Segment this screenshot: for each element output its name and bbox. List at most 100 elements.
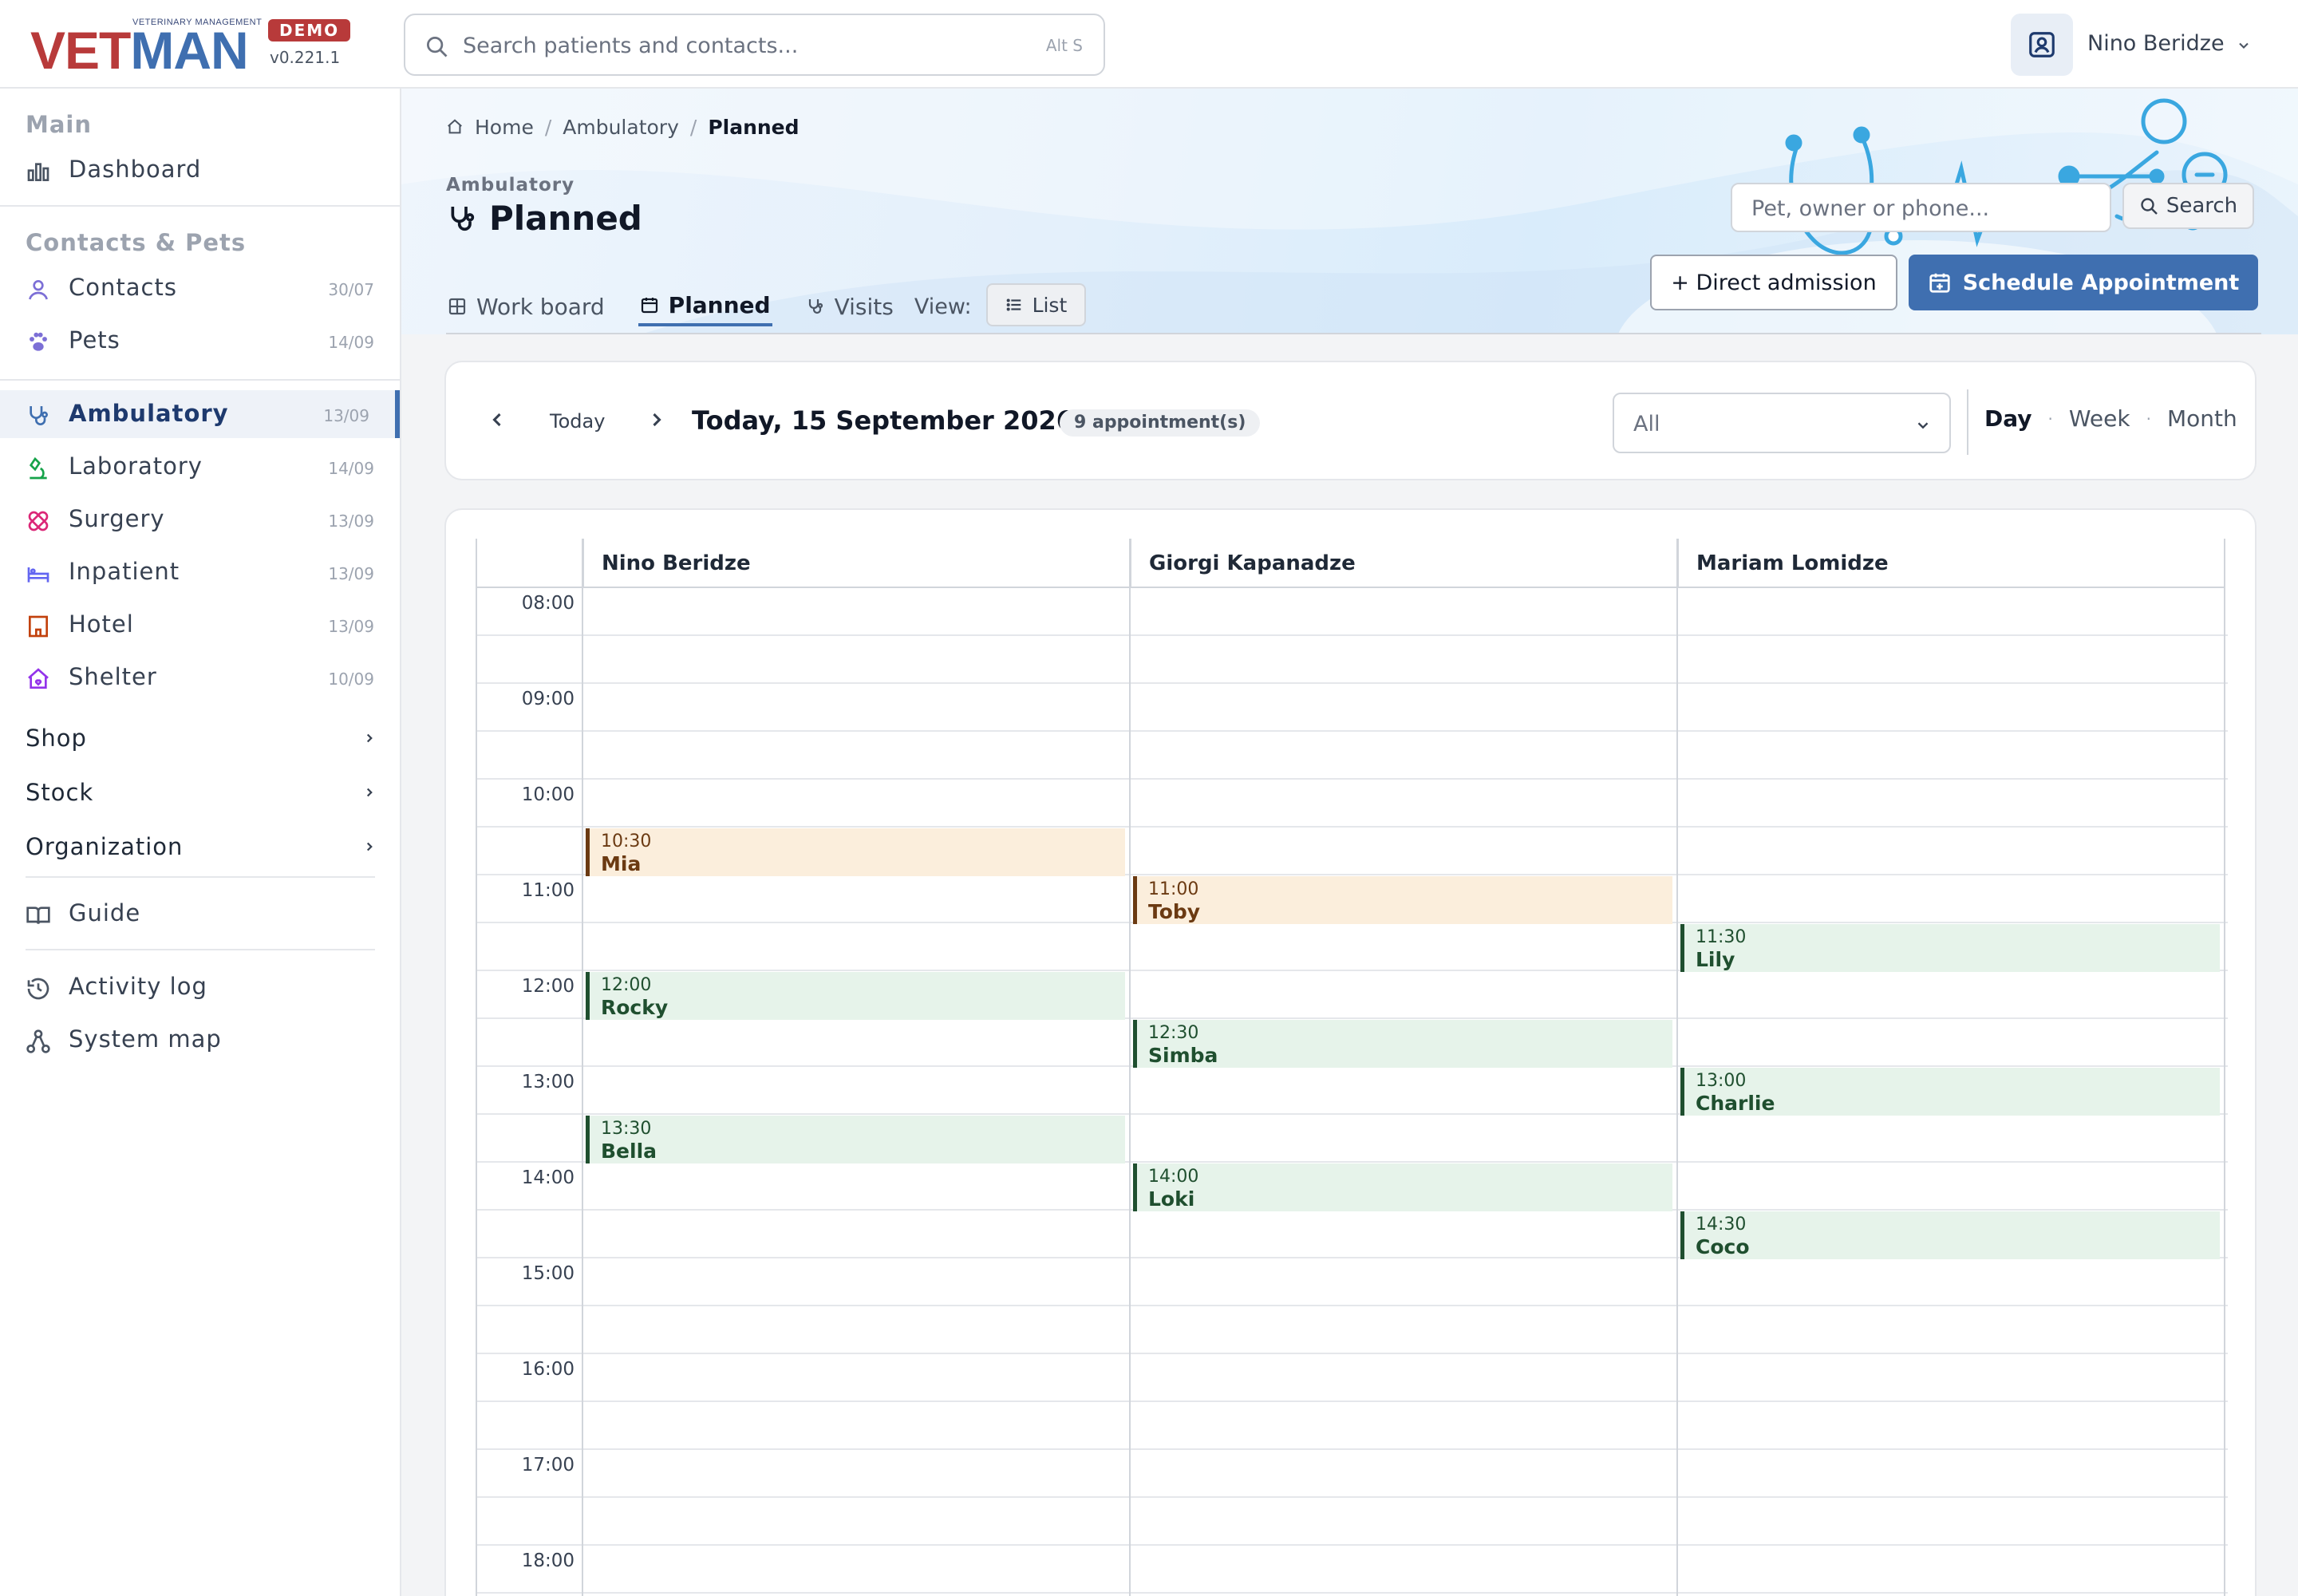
sidebar-item-guide[interactable]: Guide bbox=[0, 890, 400, 938]
calendar-plus-icon bbox=[1929, 273, 1950, 293]
time-label: 18:00 bbox=[521, 1551, 574, 1571]
home-icon bbox=[448, 119, 462, 134]
home-heart-icon bbox=[28, 668, 49, 689]
tab-planned[interactable]: Planned bbox=[638, 286, 772, 326]
time-slot-row[interactable] bbox=[476, 1402, 2228, 1450]
appointment-block[interactable]: 11:30 Lily bbox=[1680, 924, 2220, 972]
appointment-pet-name: Rocky bbox=[601, 996, 669, 1019]
sidebar-item-shelter[interactable]: Shelter 10/09 bbox=[0, 654, 400, 701]
breadcrumb-ambulatory[interactable]: Ambulatory bbox=[563, 116, 679, 139]
divider bbox=[26, 876, 375, 878]
sidebar-item-surgery[interactable]: Surgery 13/09 bbox=[0, 496, 400, 543]
sidebar-item-laboratory[interactable]: Laboratory 14/09 bbox=[0, 443, 400, 491]
person-icon bbox=[29, 280, 48, 300]
history-icon bbox=[27, 978, 49, 1000]
appointment-count-badge: 9 appointment(s) bbox=[1060, 409, 1261, 437]
time-slot-row[interactable]: 15:00 bbox=[476, 1258, 2228, 1306]
time-label: 14:00 bbox=[521, 1167, 574, 1188]
doctor-column-header: Mariam Lomidze bbox=[1677, 539, 2225, 588]
range-month[interactable]: Month bbox=[2167, 405, 2237, 432]
sidebar-item-pets[interactable]: Pets 14/09 bbox=[0, 317, 400, 365]
pet-search-button[interactable]: Search bbox=[2122, 183, 2254, 229]
time-label: 08:00 bbox=[521, 593, 574, 614]
time-label: 11:00 bbox=[521, 880, 574, 901]
appointment-pet-name: Toby bbox=[1148, 900, 1201, 923]
appointment-block[interactable]: 11:00 Toby bbox=[1133, 876, 1672, 924]
date-toolbar: Today Today, 15 September 2026 9 appoint… bbox=[444, 361, 2257, 480]
today-button[interactable]: Today bbox=[550, 410, 605, 433]
appointment-pet-name: Coco bbox=[1696, 1235, 1750, 1258]
range-day[interactable]: Day bbox=[1984, 405, 2032, 432]
column-divider bbox=[1129, 539, 1131, 1596]
time-slot-row[interactable]: 17:00 bbox=[476, 1450, 2228, 1498]
range-week[interactable]: Week bbox=[2069, 405, 2130, 432]
global-search-input[interactable] bbox=[463, 26, 973, 65]
breadcrumb-home[interactable]: Home bbox=[475, 116, 534, 139]
calendar-header-row: Nino Beridze Giorgi Kapanadze Mariam Lomid… bbox=[476, 539, 2225, 588]
chevron-left-icon[interactable] bbox=[486, 409, 508, 431]
vetman-logo[interactable]: VETERINARY MANAGEMENT VETMAN DEMO v0.221… bbox=[30, 16, 351, 80]
appointment-block[interactable]: 13:30 Bella bbox=[586, 1116, 1125, 1163]
appointment-pet-name: Loki bbox=[1148, 1187, 1195, 1211]
time-slot-row[interactable]: 09:00 bbox=[476, 684, 2228, 732]
tab-visits[interactable]: Visits bbox=[804, 286, 895, 326]
list-icon bbox=[1006, 298, 1021, 311]
appointment-time: 13:00 bbox=[1696, 1071, 1747, 1091]
time-slot-row[interactable]: 10:00 bbox=[476, 780, 2228, 828]
divider bbox=[0, 379, 400, 381]
time-slot-row[interactable]: 08:00 bbox=[476, 588, 2228, 636]
hotel-icon bbox=[29, 615, 48, 638]
doctor-filter-select[interactable]: All bbox=[1613, 393, 1951, 453]
sidebar-group-stock[interactable]: Stock bbox=[26, 769, 377, 817]
time-slot-row[interactable] bbox=[476, 732, 2228, 780]
appointment-time: 14:30 bbox=[1696, 1215, 1747, 1235]
chevron-right-icon[interactable] bbox=[646, 409, 668, 431]
appointment-block[interactable]: 14:00 Loki bbox=[1133, 1163, 1672, 1211]
appointment-block[interactable]: 10:30 Mia bbox=[586, 828, 1125, 876]
breadcrumb-separator: / bbox=[544, 115, 552, 139]
sidebar-group-organization[interactable]: Organization bbox=[26, 824, 377, 871]
version-label: v0.221.1 bbox=[270, 48, 341, 67]
user-menu-button[interactable]: Nino Beridze bbox=[2011, 14, 2282, 76]
time-label: 15:00 bbox=[521, 1263, 574, 1284]
breadcrumb: Home / Ambulatory / Planned bbox=[446, 111, 800, 143]
stethoscope-icon bbox=[30, 406, 48, 425]
direct-admission-button[interactable]: + Direct admission bbox=[1650, 255, 1897, 310]
sidebar-item-hotel[interactable]: Hotel 13/09 bbox=[0, 601, 400, 649]
sidebar-item-ambulatory[interactable]: Ambulatory 13/09 bbox=[0, 390, 400, 438]
view-list-toggle[interactable]: List bbox=[985, 283, 1087, 326]
global-search[interactable]: Alt S bbox=[404, 14, 1105, 76]
sidebar-group-shop[interactable]: Shop bbox=[26, 715, 377, 763]
sidebar-item-contacts[interactable]: Contacts 30/07 bbox=[0, 264, 400, 312]
time-slot-row[interactable] bbox=[476, 1498, 2228, 1546]
time-slot-row[interactable] bbox=[476, 1306, 2228, 1354]
appointment-time: 10:30 bbox=[601, 832, 652, 851]
appointment-block[interactable]: 13:00 Charlie bbox=[1680, 1068, 2220, 1116]
appointment-block[interactable]: 14:30 Coco bbox=[1680, 1211, 2220, 1259]
time-slot-row[interactable]: 18:00 bbox=[476, 1546, 2228, 1594]
pet-search-input[interactable] bbox=[1751, 192, 2087, 224]
time-slot-row[interactable]: 16:00 bbox=[476, 1354, 2228, 1402]
page-title: Planned bbox=[446, 199, 642, 238]
time-slot-row[interactable] bbox=[476, 636, 2228, 684]
schedule-appointment-button[interactable]: Schedule Appointment bbox=[1909, 255, 2258, 310]
sidebar-item-inpatient[interactable]: Inpatient 13/09 bbox=[0, 548, 400, 596]
time-label: 09:00 bbox=[521, 689, 574, 709]
microscope-icon bbox=[29, 456, 47, 480]
range-switcher: Day · Week · Month bbox=[1984, 405, 2237, 432]
sidebar-item-system-map[interactable]: System map bbox=[0, 1016, 400, 1064]
grid-icon bbox=[448, 298, 466, 315]
sidebar-item-dashboard[interactable]: Dashboard bbox=[0, 146, 400, 194]
tab-work-board[interactable]: Work board bbox=[446, 286, 606, 326]
section-title-contacts-pets: Contacts & Pets bbox=[26, 229, 247, 256]
pet-search-field[interactable] bbox=[1731, 183, 2111, 232]
doctor-column-header: Nino Beridze bbox=[582, 539, 1130, 588]
appointment-block[interactable]: 12:00 Rocky bbox=[586, 972, 1125, 1020]
column-divider bbox=[582, 539, 583, 1596]
column-divider bbox=[1676, 539, 1678, 1596]
sidebar-item-activity-log[interactable]: Activity log bbox=[0, 963, 400, 1011]
appointment-block[interactable]: 12:30 Simba bbox=[1133, 1020, 1672, 1068]
top-bar: VETERINARY MANAGEMENT VETMAN DEMO v0.221… bbox=[0, 0, 2298, 89]
user-name: Nino Beridze bbox=[2087, 31, 2225, 56]
divider bbox=[1967, 389, 1968, 455]
